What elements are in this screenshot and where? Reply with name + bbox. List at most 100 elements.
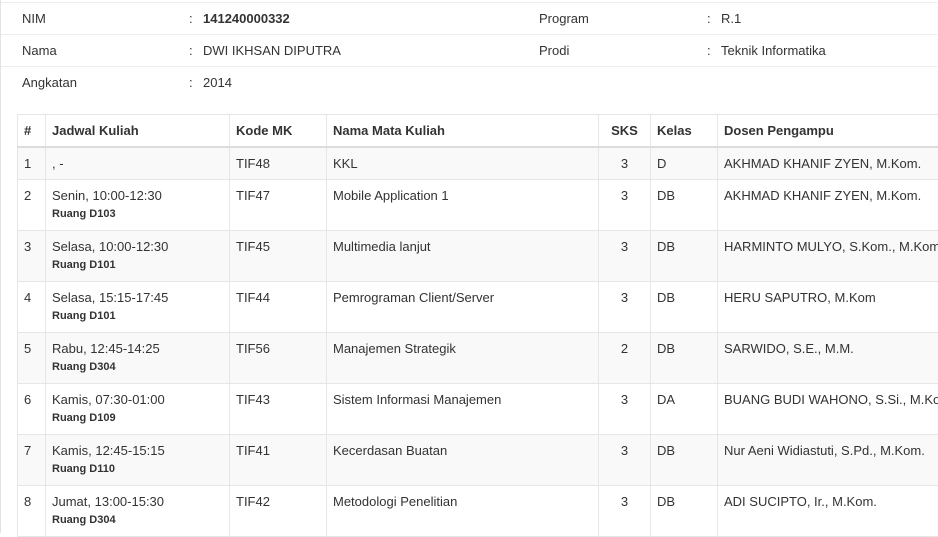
cell-nama-mk: Kecerdasan Buatan xyxy=(327,435,599,486)
cell-sks: 2 xyxy=(599,333,651,384)
header-dosen: Dosen Pengampu xyxy=(718,115,938,148)
header-no: # xyxy=(18,115,46,148)
cell-kelas: DB xyxy=(651,180,718,231)
nim-label: NIM xyxy=(22,11,46,26)
jadwal-text: Jumat, 13:00-15:30 xyxy=(52,494,164,509)
ruang-text: Ruang D101 xyxy=(52,310,229,322)
student-info: NIM : 141240000332 Program : R.1 Nama : … xyxy=(1,2,937,98)
angkatan-value: 2014 xyxy=(203,75,232,90)
cell-jadwal: Kamis, 07:30-01:00 Ruang D109 xyxy=(46,384,230,435)
cell-no: 4 xyxy=(18,282,46,333)
nim-value: 141240000332 xyxy=(203,11,290,26)
ruang-text: Ruang D101 xyxy=(52,259,229,271)
cell-jadwal: Kamis, 12:45-15:15 Ruang D110 xyxy=(46,435,230,486)
table-row: 6 Kamis, 07:30-01:00 Ruang D109 TIF43 Sis… xyxy=(18,384,938,435)
cell-kelas: DB xyxy=(651,231,718,282)
cell-dosen: Nur Aeni Widiastuti, S.Pd., M.Kom. xyxy=(718,435,938,486)
cell-jadwal: , - xyxy=(46,147,230,180)
cell-dosen: SARWIDO, S.E., M.M. xyxy=(718,333,938,384)
table-row: 3 Selasa, 10:00-12:30 Ruang D101 TIF45 Mu… xyxy=(18,231,938,282)
program-value: R.1 xyxy=(721,11,741,26)
cell-kode: TIF42 xyxy=(230,486,327,537)
program-label: Program xyxy=(539,11,589,26)
cell-no: 1 xyxy=(18,147,46,180)
header-kelas: Kelas xyxy=(651,115,718,148)
header-nama-mk: Nama Mata Kuliah xyxy=(327,115,599,148)
separator: : xyxy=(189,43,193,58)
cell-sks: 3 xyxy=(599,180,651,231)
schedule-table: # Jadwal Kuliah Kode MK Nama Mata Kuliah… xyxy=(17,114,938,537)
ruang-text: Ruang D304 xyxy=(52,514,229,526)
jadwal-text: Rabu, 12:45-14:25 xyxy=(52,341,160,356)
info-row-angkatan: Angkatan : 2014 xyxy=(1,66,937,98)
cell-nama-mk: Pemrograman Client/Server xyxy=(327,282,599,333)
cell-sks: 3 xyxy=(599,486,651,537)
cell-jadwal: Senin, 10:00-12:30 Ruang D103 xyxy=(46,180,230,231)
cell-no: 6 xyxy=(18,384,46,435)
separator: : xyxy=(707,11,711,26)
ruang-text: Ruang D304 xyxy=(52,361,229,373)
cell-no: 3 xyxy=(18,231,46,282)
cell-kode: TIF47 xyxy=(230,180,327,231)
cell-sks: 3 xyxy=(599,435,651,486)
cell-kode: TIF48 xyxy=(230,147,327,180)
prodi-label: Prodi xyxy=(539,43,569,58)
nama-label: Nama xyxy=(22,43,57,58)
cell-jadwal: Jumat, 13:00-15:30 Ruang D304 xyxy=(46,486,230,537)
cell-jadwal: Selasa, 15:15-17:45 Ruang D101 xyxy=(46,282,230,333)
cell-nama-mk: Sistem Informasi Manajemen xyxy=(327,384,599,435)
jadwal-text: Kamis, 12:45-15:15 xyxy=(52,443,165,458)
cell-kode: TIF56 xyxy=(230,333,327,384)
cell-kode: TIF45 xyxy=(230,231,327,282)
cell-kelas: DB xyxy=(651,333,718,384)
jadwal-text: Selasa, 15:15-17:45 xyxy=(52,290,168,305)
angkatan-label: Angkatan xyxy=(22,75,77,90)
cell-kode: TIF44 xyxy=(230,282,327,333)
cell-no: 7 xyxy=(18,435,46,486)
separator: : xyxy=(189,11,193,26)
table-row: 5 Rabu, 12:45-14:25 Ruang D304 TIF56 Mana… xyxy=(18,333,938,384)
cell-kelas: DB xyxy=(651,282,718,333)
cell-jadwal: Rabu, 12:45-14:25 Ruang D304 xyxy=(46,333,230,384)
cell-kode: TIF43 xyxy=(230,384,327,435)
jadwal-text: Selasa, 10:00-12:30 xyxy=(52,239,168,254)
nama-value: DWI IKHSAN DIPUTRA xyxy=(203,43,341,58)
table-row: 4 Selasa, 15:15-17:45 Ruang D101 TIF44 Pe… xyxy=(18,282,938,333)
cell-no: 5 xyxy=(18,333,46,384)
cell-sks: 3 xyxy=(599,282,651,333)
header-kode: Kode MK xyxy=(230,115,327,148)
cell-dosen: AKHMAD KHANIF ZYEN, M.Kom. xyxy=(718,180,938,231)
cell-kelas: DB xyxy=(651,435,718,486)
header-sks: SKS xyxy=(599,115,651,148)
ruang-text: Ruang D103 xyxy=(52,208,229,220)
cell-kode: TIF41 xyxy=(230,435,327,486)
cell-sks: 3 xyxy=(599,384,651,435)
cell-dosen: HARMINTO MULYO, S.Kom., M.Kom. xyxy=(718,231,938,282)
cell-no: 8 xyxy=(18,486,46,537)
info-row-nim: NIM : 141240000332 Program : R.1 xyxy=(1,2,937,34)
cell-kelas: DA xyxy=(651,384,718,435)
table-row: 8 Jumat, 13:00-15:30Ruang D304 TIF42 Met… xyxy=(18,486,938,537)
prodi-value: Teknik Informatika xyxy=(721,43,826,58)
cell-sks: 3 xyxy=(599,231,651,282)
ruang-text: Ruang D110 xyxy=(52,463,229,475)
ruang-text: Ruang D109 xyxy=(52,412,229,424)
cell-kelas: DB xyxy=(651,486,718,537)
cell-kelas: D xyxy=(651,147,718,180)
jadwal-text: Senin, 10:00-12:30 xyxy=(52,188,162,203)
table-row: 1 , - TIF48 KKL 3 D AKHMAD KHANIF ZYEN, … xyxy=(18,147,938,180)
cell-jadwal: Selasa, 10:00-12:30 Ruang D101 xyxy=(46,231,230,282)
table-row: 2 Senin, 10:00-12:30Ruang D103 TIF47 Mob… xyxy=(18,180,938,231)
separator: : xyxy=(707,43,711,58)
cell-nama-mk: Manajemen Strategik xyxy=(327,333,599,384)
table-header-row: # Jadwal Kuliah Kode MK Nama Mata Kuliah… xyxy=(18,115,938,148)
cell-dosen: BUANG BUDI WAHONO, S.Si., M.Kom xyxy=(718,384,938,435)
table-row: 7 Kamis, 12:45-15:15 Ruang D110 TIF41 Kec… xyxy=(18,435,938,486)
cell-no: 2 xyxy=(18,180,46,231)
cell-nama-mk: KKL xyxy=(327,147,599,180)
jadwal-text: Kamis, 07:30-01:00 xyxy=(52,392,165,407)
jadwal-text: , - xyxy=(52,156,64,171)
cell-nama-mk: Multimedia lanjut xyxy=(327,231,599,282)
cell-dosen: AKHMAD KHANIF ZYEN, M.Kom. xyxy=(718,147,938,180)
info-row-nama: Nama : DWI IKHSAN DIPUTRA Prodi : Teknik… xyxy=(1,34,937,66)
